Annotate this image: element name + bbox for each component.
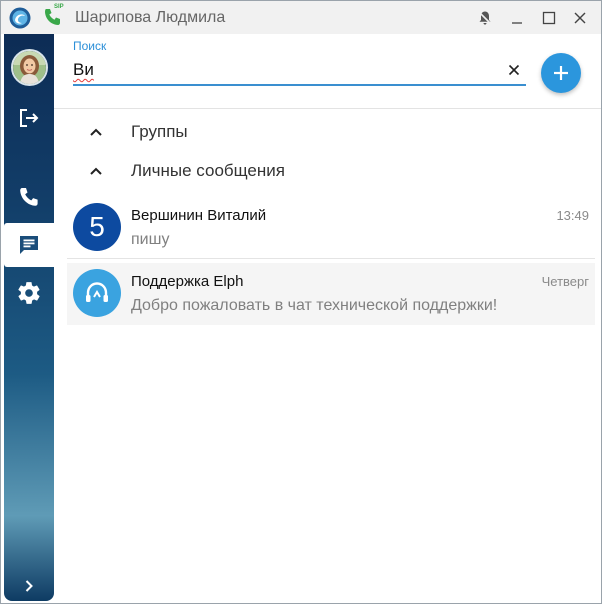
headset-icon bbox=[86, 282, 108, 302]
chat-name: Поддержка Elph bbox=[131, 273, 244, 290]
minimize-button[interactable] bbox=[505, 6, 529, 30]
chevron-right-icon bbox=[25, 580, 33, 592]
chat-list-item[interactable]: 5 Вершинин Виталий пишу 13:49 bbox=[67, 197, 595, 259]
phone-icon bbox=[20, 188, 38, 206]
sidebar bbox=[4, 34, 54, 601]
sip-badge: SIP bbox=[54, 4, 64, 10]
chat-list-item[interactable]: Поддержка Elph Добро пожаловать в чат те… bbox=[67, 263, 595, 325]
sidebar-item-settings[interactable] bbox=[4, 271, 54, 315]
window-title: Шарипова Людмила bbox=[75, 9, 226, 26]
bell-off-icon bbox=[478, 11, 492, 25]
search-input-value: Ви bbox=[73, 60, 94, 79]
chat-icon bbox=[20, 236, 38, 254]
maximize-icon bbox=[542, 11, 556, 25]
search-input[interactable]: Ви bbox=[73, 60, 94, 80]
chat-last-message: пишу bbox=[131, 231, 170, 248]
chat-avatar: 5 bbox=[73, 203, 121, 251]
chat-avatar bbox=[73, 269, 121, 317]
add-button[interactable] bbox=[541, 53, 581, 93]
chevron-up-icon bbox=[90, 128, 102, 136]
section-personal-messages[interactable]: Личные сообщения bbox=[81, 156, 381, 186]
minimize-icon bbox=[512, 22, 522, 24]
chat-name: Вершинин Виталий bbox=[131, 207, 267, 224]
search-clear-button[interactable] bbox=[503, 59, 525, 81]
gear-icon bbox=[18, 282, 40, 304]
search-label: Поиск bbox=[73, 39, 107, 53]
close-button[interactable] bbox=[568, 6, 592, 30]
chat-time: Четверг bbox=[541, 274, 589, 289]
close-icon bbox=[574, 12, 586, 24]
maximize-button[interactable] bbox=[537, 6, 561, 30]
app-logo-icon bbox=[9, 7, 31, 29]
sidebar-item-logout[interactable] bbox=[4, 96, 54, 140]
chevron-up-icon bbox=[90, 167, 102, 175]
sidebar-item-calls[interactable] bbox=[4, 175, 54, 219]
title-bar: SIP Шарипова Людмила bbox=[1, 1, 601, 34]
plus-icon bbox=[554, 66, 568, 80]
section-groups[interactable]: Группы bbox=[81, 117, 381, 147]
user-avatar[interactable] bbox=[11, 49, 48, 86]
search-underline bbox=[73, 84, 526, 86]
close-icon bbox=[508, 64, 520, 76]
sip-phone-icon: SIP bbox=[41, 4, 65, 29]
section-groups-label: Группы bbox=[131, 122, 188, 141]
chat-time: 13:49 bbox=[556, 208, 589, 223]
sidebar-expand-button[interactable] bbox=[4, 564, 54, 604]
header-divider bbox=[54, 108, 601, 109]
app-window: SIP Шарипова Людмила Поиск Ви Группы Лич… bbox=[0, 0, 602, 604]
notifications-off-button[interactable] bbox=[473, 6, 497, 30]
sidebar-item-chats[interactable] bbox=[4, 223, 54, 267]
section-personal-messages-label: Личные сообщения bbox=[131, 161, 285, 180]
logout-icon bbox=[20, 109, 39, 127]
chat-last-message: Добро пожаловать в чат технической подде… bbox=[131, 297, 498, 314]
